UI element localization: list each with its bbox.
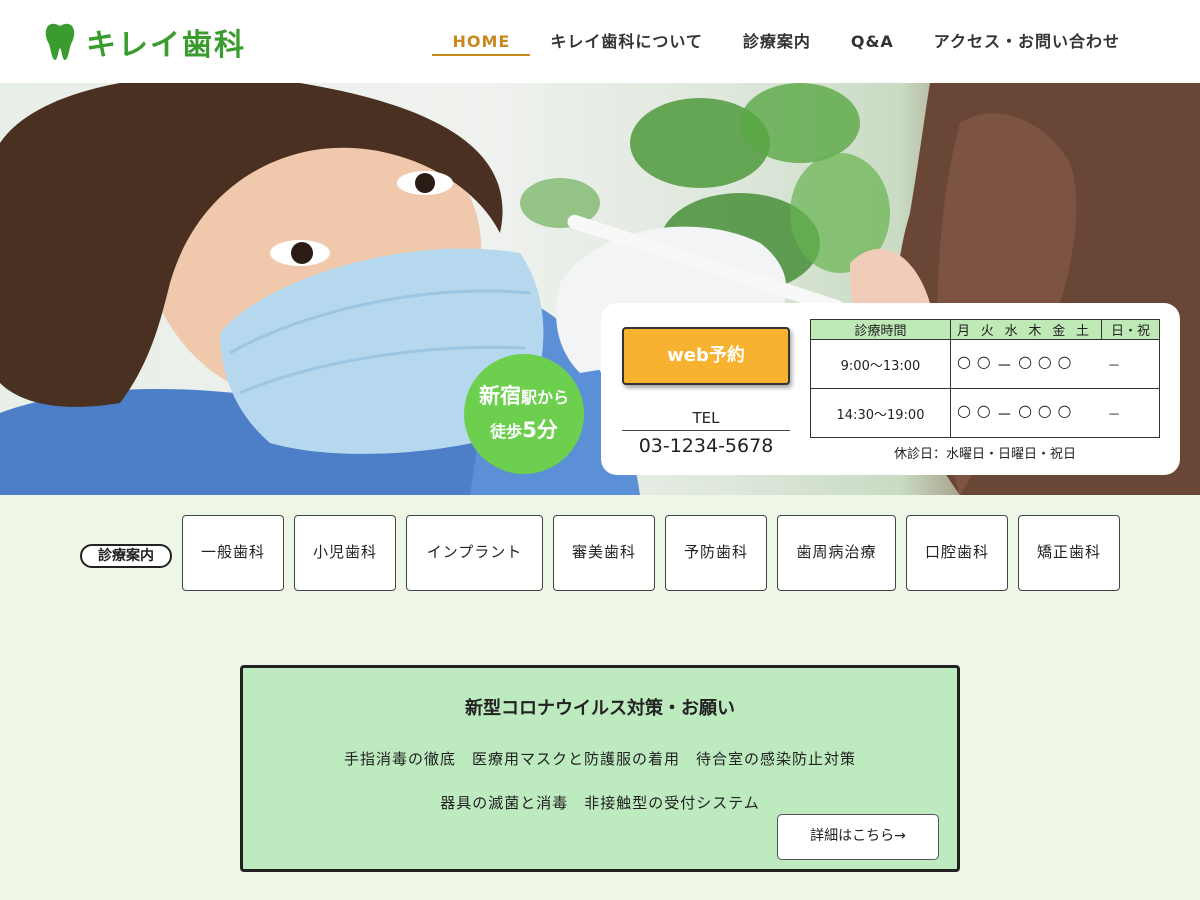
mark: ○ bbox=[957, 352, 971, 371]
service-periodontal-treatment[interactable]: 歯周病治療 bbox=[777, 515, 896, 591]
mark: ○ bbox=[1018, 352, 1033, 371]
service-orthodontics[interactable]: 矯正歯科 bbox=[1018, 515, 1120, 591]
hours-time: 9:00〜13:00 bbox=[810, 339, 951, 389]
hours-header-days: 月 火 水 木 金 土 bbox=[950, 319, 1102, 340]
hero-section: 新宿駅から 徒歩5分 web予約 TEL 03-1234-5678 診療時間 月… bbox=[0, 83, 1200, 495]
hours-row-morning: 9:00〜13:00 ○ ○ － ○ ○ ○ － bbox=[810, 339, 1160, 389]
day-mon: 月 bbox=[957, 324, 971, 339]
nav-access-contact[interactable]: アクセス・お問い合わせ bbox=[914, 30, 1140, 54]
logo-text: キレイ歯科 bbox=[86, 28, 246, 63]
notice-title: 新型コロナウイルス対策・お願い bbox=[465, 698, 735, 719]
day-thu: 木 bbox=[1028, 324, 1042, 339]
hours-header-time: 診療時間 bbox=[810, 319, 951, 340]
service-oral-dentistry[interactable]: 口腔歯科 bbox=[906, 515, 1008, 591]
badge-station: 新宿 bbox=[478, 384, 521, 408]
mark: ○ bbox=[976, 352, 991, 371]
mark: ○ bbox=[1057, 401, 1072, 420]
hours-time: 14:30〜19:00 bbox=[810, 388, 951, 438]
nav-services[interactable]: 診療案内 bbox=[723, 30, 831, 54]
hours-table: 診療時間 月 火 水 木 金 土 日・祝 9:00〜13:00 ○ ○ － ○ … bbox=[810, 319, 1160, 438]
station-distance-badge: 新宿駅から 徒歩5分 bbox=[464, 354, 584, 474]
notice-details-button[interactable]: 詳細はこちら→ bbox=[777, 814, 939, 860]
tooth-icon bbox=[45, 23, 75, 61]
mark: － bbox=[996, 356, 1013, 375]
mark: ○ bbox=[976, 401, 991, 420]
site-header: キレイ歯科 HOME キレイ歯科について 診療案内 Q&A アクセス・お問い合わ… bbox=[0, 0, 1200, 83]
services-label: 診療案内 bbox=[80, 544, 172, 568]
hours-header-holiday: 日・祝 bbox=[1101, 319, 1160, 340]
mark-holiday: － bbox=[1101, 388, 1160, 438]
hours-row-afternoon: 14:30〜19:00 ○ ○ － ○ ○ ○ － bbox=[810, 388, 1160, 438]
service-pediatric-dentistry[interactable]: 小児歯科 bbox=[294, 515, 396, 591]
badge-minutes: 5分 bbox=[522, 418, 558, 442]
mark-holiday: － bbox=[1101, 339, 1160, 389]
tel-number[interactable]: 03-1234-5678 bbox=[622, 435, 790, 457]
main-nav: HOME キレイ歯科について 診療案内 Q&A アクセス・お問い合わせ bbox=[432, 30, 1140, 56]
mark: － bbox=[996, 405, 1013, 424]
nav-about[interactable]: キレイ歯科について bbox=[530, 30, 723, 54]
closed-days: 休診日：水曜日・日曜日・祝日 bbox=[893, 447, 1076, 462]
mark: ○ bbox=[957, 401, 971, 420]
day-wed: 水 bbox=[1004, 324, 1018, 339]
day-sat: 土 bbox=[1075, 324, 1089, 339]
notice-measures-2: 器具の滅菌と消毒 非接触型の受付システム bbox=[440, 794, 760, 812]
day-tue: 火 bbox=[980, 324, 994, 339]
tel-divider bbox=[622, 430, 790, 431]
service-implant[interactable]: インプラント bbox=[406, 515, 543, 591]
tel-label: TEL bbox=[692, 409, 720, 427]
day-fri: 金 bbox=[1052, 324, 1066, 339]
mark: ○ bbox=[1018, 401, 1033, 420]
covid-notice: 新型コロナウイルス対策・お願い 手指消毒の徹底 医療用マスクと防護服の着用 待合… bbox=[240, 665, 960, 872]
clinic-info-card: web予約 TEL 03-1234-5678 診療時間 月 火 水 木 金 土 … bbox=[601, 303, 1180, 475]
nav-home[interactable]: HOME bbox=[432, 30, 531, 56]
service-cosmetic-dentistry[interactable]: 審美歯科 bbox=[553, 515, 655, 591]
nav-faq[interactable]: Q&A bbox=[831, 30, 914, 54]
notice-measures-1: 手指消毒の徹底 医療用マスクと防護服の着用 待合室の感染防止対策 bbox=[343, 750, 856, 768]
mark: ○ bbox=[1037, 401, 1052, 420]
badge-from-station: 駅から bbox=[520, 388, 569, 407]
badge-walk: 徒歩 bbox=[490, 422, 523, 441]
mark: ○ bbox=[1057, 352, 1072, 371]
service-general-dentistry[interactable]: 一般歯科 bbox=[182, 515, 284, 591]
mark: ○ bbox=[1037, 352, 1052, 371]
service-preventive-dentistry[interactable]: 予防歯科 bbox=[665, 515, 767, 591]
logo[interactable]: キレイ歯科 bbox=[44, 20, 246, 64]
web-reservation-button[interactable]: web予約 bbox=[622, 327, 790, 385]
